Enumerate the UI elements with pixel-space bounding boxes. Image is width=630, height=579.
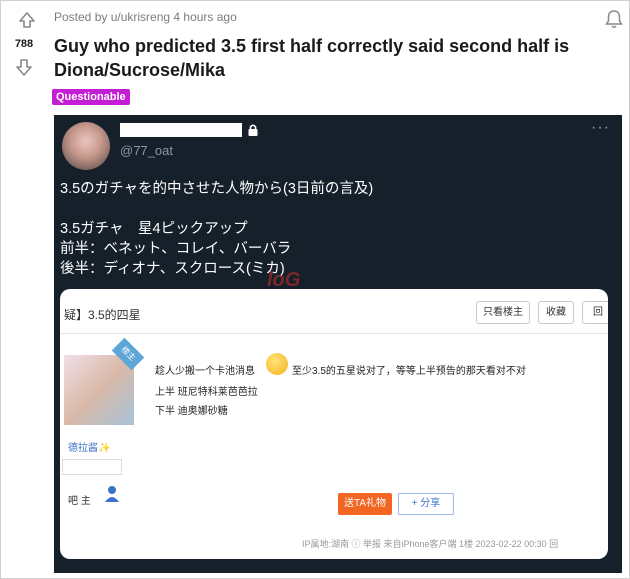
- tweet-handle: @77_oat: [120, 143, 173, 158]
- smiley-emoji-icon: [266, 353, 288, 375]
- forum-username: 德拉酱✨: [68, 443, 111, 454]
- forum-screenshot: 疑】3.5的四星 只看楼主 收藏 回 楼主 德拉酱✨ 吧 主 趁人少搬一个卡池消…: [60, 289, 608, 559]
- forum-post-line-1b: 至少3.5的五星说对了，等等上半预告的那天看对不对: [292, 366, 526, 377]
- forum-post-line-1a: 趁人少搬一个卡池消息: [155, 366, 255, 377]
- vote-score: 788: [14, 38, 34, 50]
- post-card: 788 Posted by u/ukrisreng 4 hours ago Gu…: [0, 0, 630, 579]
- tweet-line-4: 後半：ディオナ、スクロース(ミカ): [60, 261, 285, 277]
- forum-user-avatar: [64, 355, 134, 425]
- reply-button: 回: [582, 301, 608, 324]
- upvote-arrow-icon[interactable]: [17, 11, 37, 29]
- send-gift-button: 送TA礼物: [338, 493, 392, 515]
- share-button: + 分享: [398, 493, 454, 515]
- tweet-line-2: 3.5ガチャ 星4ピックアップ: [60, 221, 248, 237]
- forum-post-line-3: 下半 迪奥娜砂糖: [155, 406, 228, 417]
- tweet-line-3: 前半：ベネット、コレイ、バーバラ: [60, 241, 292, 257]
- forum-post-footer: IP属地:湖南 ⓘ 举报 来自iPhone客户端 1楼 2023-02-22 0…: [302, 539, 559, 549]
- more-options-icon[interactable]: ···: [591, 119, 610, 137]
- post-image[interactable]: @77_oat ··· 3.5のガチャを的中させた人物から(3日前の言及) 3.…: [54, 115, 622, 573]
- forum-user-level-box: [62, 459, 122, 475]
- forum-host-label: 吧 主: [68, 496, 91, 507]
- post-meta: Posted by u/ukrisreng 4 hours ago: [54, 10, 237, 24]
- user-icon: [105, 486, 119, 502]
- author-only-button: 只看楼主: [476, 301, 530, 324]
- downvote-arrow-icon[interactable]: [14, 57, 34, 77]
- forum-thread-title: 疑】3.5的四星: [64, 308, 141, 322]
- post-flair[interactable]: Questionable: [52, 89, 130, 105]
- forum-post-line-2: 上半 班尼特科莱芭芭拉: [155, 387, 258, 398]
- forum-header-divider: [60, 333, 608, 334]
- tweet-line-1: 3.5のガチャを的中させた人物から(3日前の言及): [60, 181, 374, 197]
- lock-icon: [248, 124, 258, 136]
- vote-column: 788: [1, 1, 47, 578]
- redacted-display-name: [120, 123, 242, 137]
- collect-button: 收藏: [538, 301, 574, 324]
- tweet-avatar: [62, 122, 110, 170]
- post-title[interactable]: Guy who predicted 3.5 first half correct…: [54, 34, 614, 82]
- bell-icon[interactable]: [605, 9, 623, 29]
